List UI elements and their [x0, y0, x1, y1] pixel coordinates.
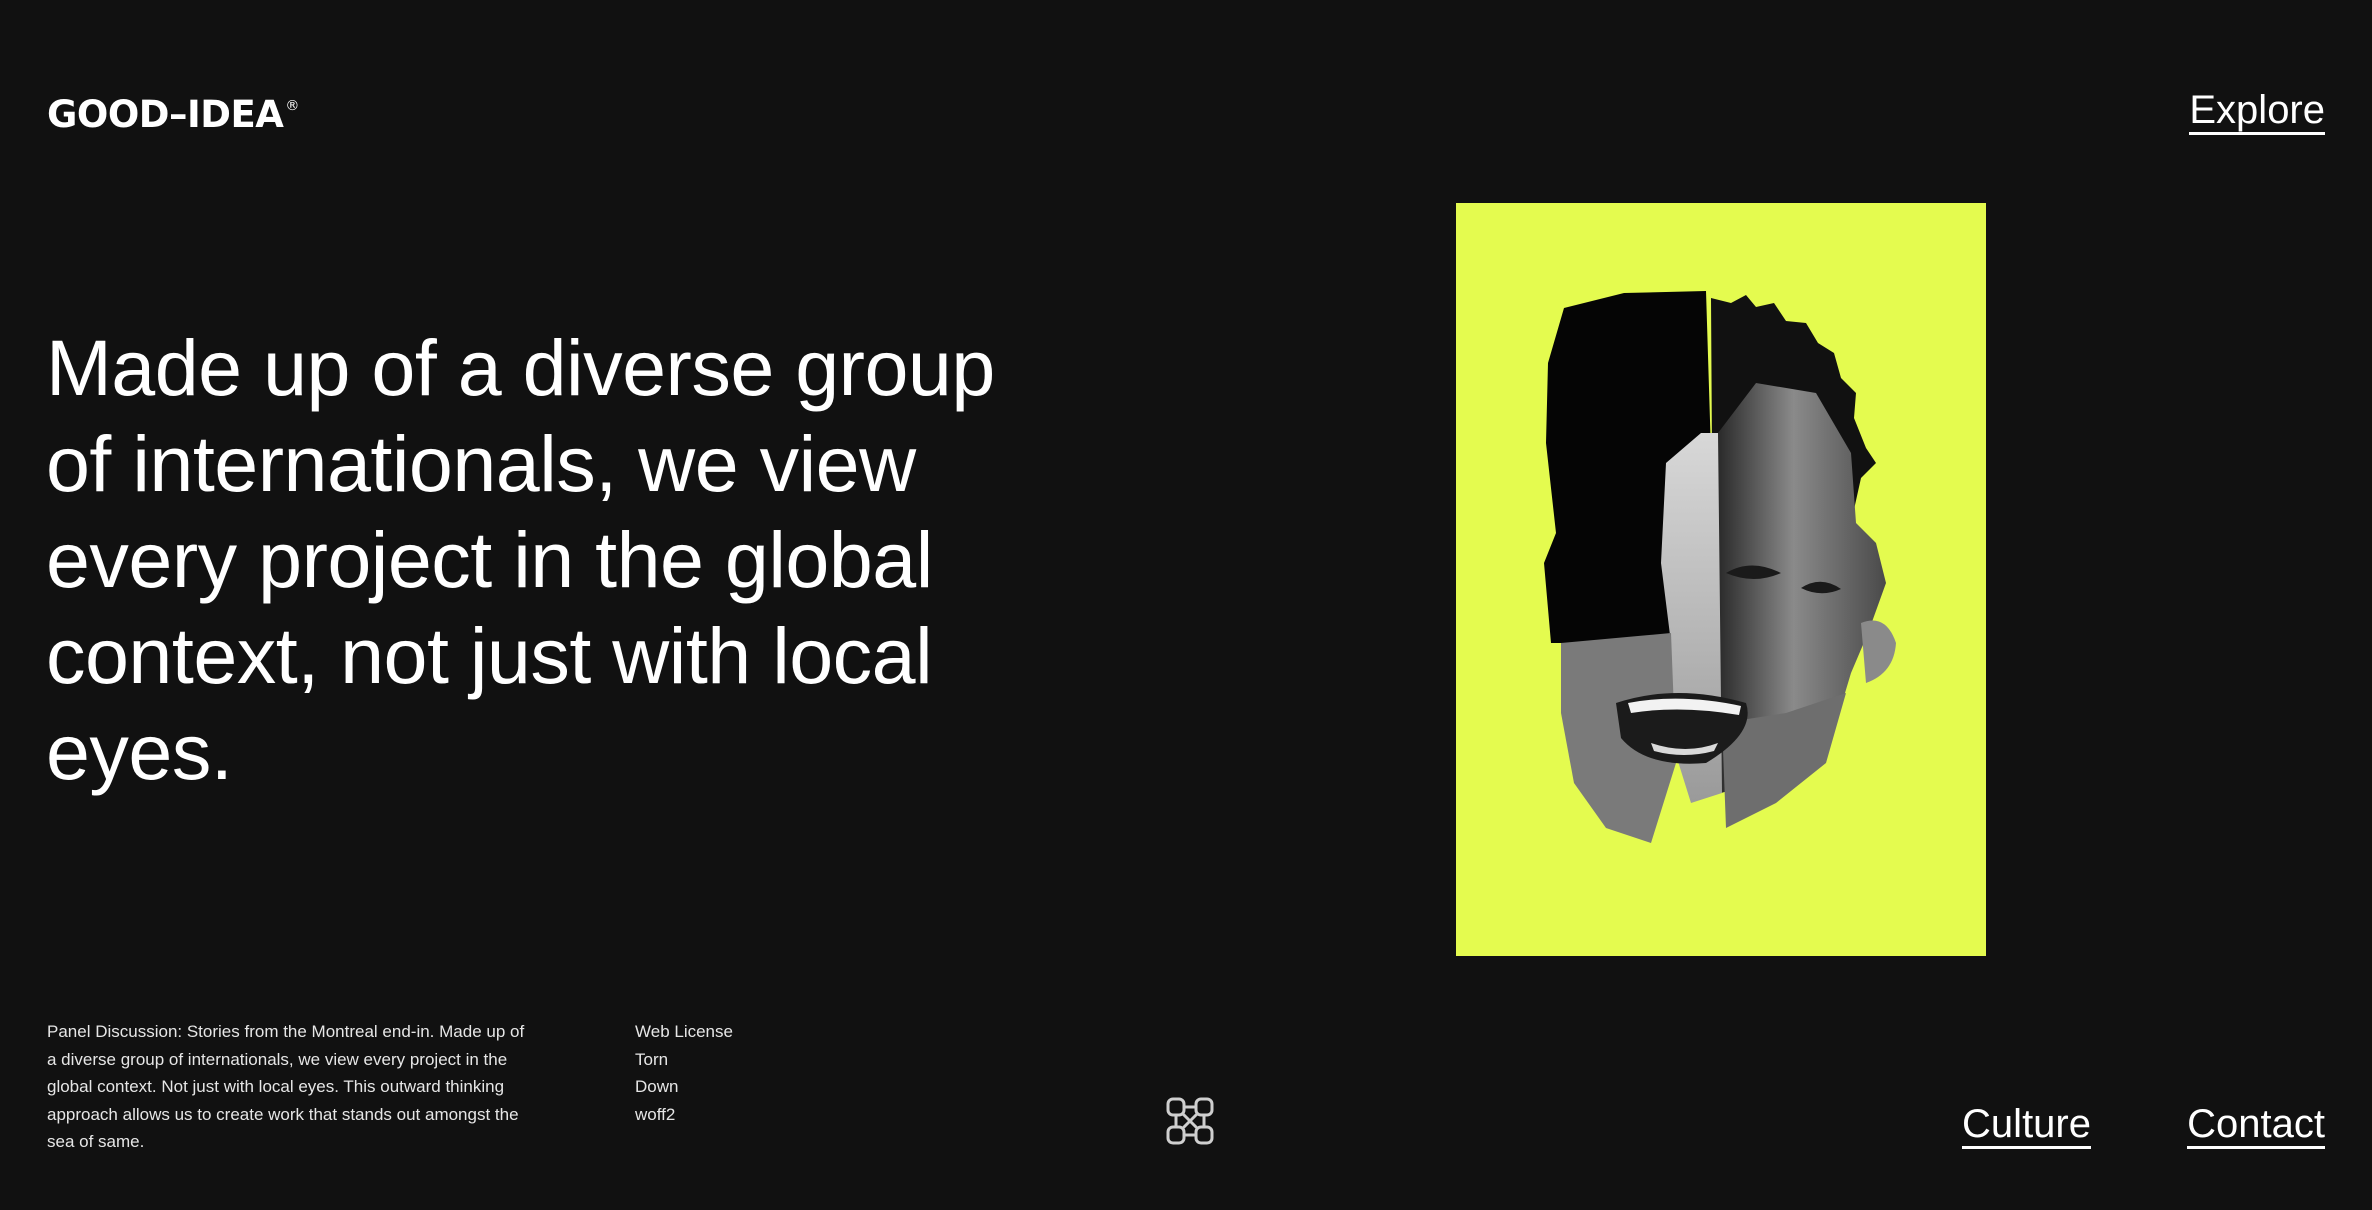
meta-item: woff2 [635, 1104, 676, 1124]
nav-culture-link[interactable]: Culture [1962, 1104, 2091, 1149]
meta-item: Down [635, 1077, 679, 1096]
registered-mark: ® [285, 98, 299, 114]
brand-logo[interactable]: GOOD–IDEA ® [47, 96, 299, 133]
hero-collage-image [1456, 203, 1986, 956]
meta-item: Web License [635, 1022, 733, 1041]
footer-description: Panel Discussion: Stories from the Montr… [47, 1022, 525, 1151]
hero-headline: Made up of a diverse group of internatio… [46, 323, 995, 796]
nav-contact-link[interactable]: Contact [2187, 1104, 2325, 1149]
brand-logo-text: GOOD–IDEA [47, 93, 284, 136]
meta-item: Torn [635, 1049, 669, 1069]
collage-face-icon [1544, 291, 1896, 843]
font-meta-list: Web License Torn Down woff2 [635, 1018, 733, 1128]
celtic-knot-icon [1163, 1094, 1217, 1148]
nav-explore-link[interactable]: Explore [2189, 90, 2325, 135]
